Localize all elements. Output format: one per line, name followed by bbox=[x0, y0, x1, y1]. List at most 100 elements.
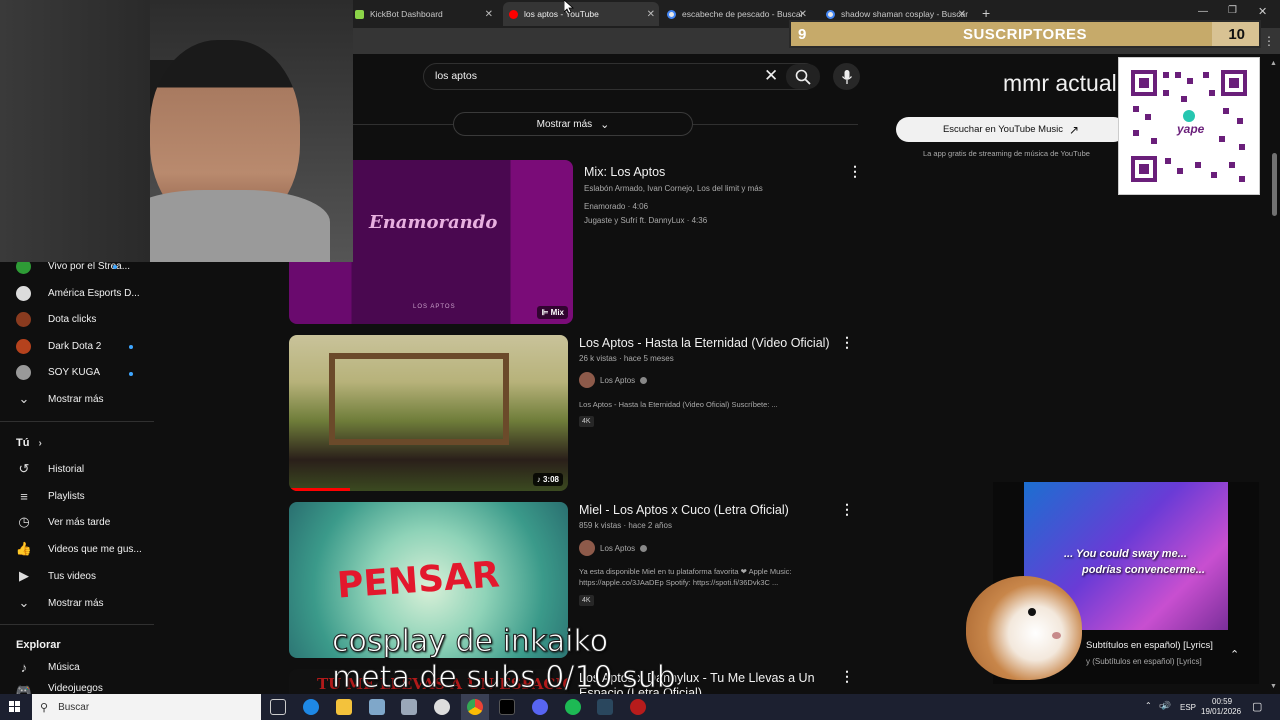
channel-label: América Esports D... bbox=[48, 287, 140, 299]
you-section-header[interactable]: Tú › bbox=[16, 437, 42, 449]
sidebar-channel-soy-kuga[interactable]: SOY KUGA bbox=[16, 361, 100, 383]
overlay-subs-goal-text: meta de subs 0/10 sub bbox=[332, 660, 676, 694]
result-subtitle: Eslabón Armado, Ivan Cornejo, Los del li… bbox=[584, 184, 763, 193]
tray-chevron-icon[interactable]: ⌃ bbox=[1145, 701, 1152, 710]
sidebar-show-more-channels[interactable]: ⌄ Mostrar más bbox=[16, 388, 104, 410]
mix-track-2[interactable]: Jugaste y Sufrí ft. DannyLux · 4:36 bbox=[584, 216, 707, 225]
sidebar-item-liked[interactable]: 👍 Videos que me gus... bbox=[16, 538, 142, 560]
divider bbox=[0, 421, 154, 422]
spotify-icon[interactable] bbox=[565, 699, 581, 715]
sidebar-show-more-you[interactable]: ⌄ Mostrar más bbox=[16, 592, 104, 614]
sidebar-channel-dark-dota[interactable]: Dark Dota 2 bbox=[16, 335, 101, 357]
webcam-overlay bbox=[0, 0, 353, 262]
scroll-down-arrow-icon[interactable]: ▼ bbox=[1270, 683, 1277, 690]
channel-name: Los Aptos bbox=[600, 375, 636, 385]
dota-icon[interactable] bbox=[630, 699, 646, 715]
close-window-icon[interactable]: ✕ bbox=[1258, 5, 1267, 18]
steam-icon[interactable] bbox=[597, 699, 613, 715]
taskbar-active-app[interactable] bbox=[461, 694, 489, 720]
tiktok-icon[interactable] bbox=[499, 699, 515, 715]
sidebar-item-gaming[interactable]: 🎮 Videojuegos bbox=[16, 683, 103, 694]
live-indicator-icon bbox=[129, 372, 133, 376]
mmr-overlay-text: mmr actual bbox=[1003, 70, 1117, 96]
show-more-results-button[interactable]: Mostrar más ⌄ bbox=[453, 112, 693, 136]
sidebar-item-label: Ver más tarde bbox=[48, 516, 111, 528]
minimize-icon[interactable]: — bbox=[1198, 6, 1208, 17]
scrollbar-thumb[interactable] bbox=[1272, 153, 1277, 216]
volume-icon[interactable]: 🔊 bbox=[1161, 701, 1171, 710]
result-title[interactable]: Los Aptos - Hasta la Eternidad (Video Of… bbox=[579, 336, 830, 350]
sidebar-item-label: Playlists bbox=[48, 490, 85, 502]
notifications-icon[interactable]: ▢ bbox=[1252, 700, 1262, 713]
restore-icon[interactable]: ❐ bbox=[1228, 5, 1237, 16]
new-tab-icon[interactable]: + bbox=[982, 5, 990, 21]
verified-icon bbox=[640, 544, 648, 552]
goal-target: 10 bbox=[1228, 26, 1245, 43]
close-tab-icon[interactable]: ✕ bbox=[485, 9, 493, 20]
tab-kickbot[interactable]: KickBot Dashboard ✕ bbox=[355, 4, 497, 24]
scroll-up-arrow-icon[interactable]: ▲ bbox=[1270, 60, 1277, 67]
gamepad-icon: 🎮 bbox=[16, 683, 33, 694]
app-icon[interactable] bbox=[369, 699, 385, 715]
result-title[interactable]: Mix: Los Aptos bbox=[584, 165, 665, 179]
sidebar-item-music[interactable]: ♪ Música bbox=[16, 656, 80, 678]
chevron-down-icon: ⌄ bbox=[600, 118, 610, 131]
clear-search-icon[interactable]: ✕ bbox=[764, 66, 778, 86]
chevron-right-icon: › bbox=[38, 438, 42, 449]
subscriber-goal-bar: 9 SUSCRIPTORES 10 bbox=[789, 20, 1261, 48]
language-indicator[interactable]: ESP bbox=[1180, 703, 1196, 712]
app-icon[interactable] bbox=[401, 699, 417, 715]
sidebar-item-playlists[interactable]: ≡ Playlists bbox=[16, 485, 85, 507]
sidebar-item-history[interactable]: ↺ Historial bbox=[16, 458, 85, 480]
clock-time[interactable]: 00:59 bbox=[1212, 697, 1232, 706]
playlist-icon: ≡ bbox=[20, 488, 28, 504]
result-channel[interactable]: Los Aptos bbox=[579, 540, 648, 556]
youtube-music-button[interactable]: Escuchar en YouTube Music ↗ bbox=[896, 117, 1126, 142]
channel-label: Dark Dota 2 bbox=[48, 340, 102, 352]
result-channel[interactable]: Los Aptos bbox=[579, 372, 648, 388]
more-options-icon[interactable]: ⋮ bbox=[840, 501, 854, 518]
browser-menu-icon[interactable]: ⋮ bbox=[1263, 34, 1275, 48]
chevron-down-icon: ⌄ bbox=[18, 595, 30, 610]
more-options-icon[interactable]: ⋮ bbox=[840, 334, 854, 351]
clock-date[interactable]: 19/01/2026 bbox=[1201, 707, 1241, 716]
sidebar-channel-america[interactable]: América Esports D... bbox=[16, 282, 140, 304]
more-options-icon[interactable]: ⋮ bbox=[840, 668, 854, 685]
channel-avatar bbox=[16, 364, 31, 380]
close-tab-icon[interactable]: ✕ bbox=[799, 9, 807, 20]
thumbnail-text: Enamorando bbox=[369, 212, 498, 233]
sidebar-item-your-videos[interactable]: ▶ Tus videos bbox=[16, 565, 96, 587]
google-icon bbox=[667, 9, 676, 19]
result-meta: 859 k vistas · hace 2 años bbox=[579, 521, 672, 530]
mix-track-1[interactable]: Enamorado · 4:06 bbox=[584, 202, 648, 211]
voice-search-button[interactable] bbox=[833, 63, 860, 90]
result-thumbnail-eternidad[interactable]: ♪ 3:08 bbox=[289, 335, 568, 491]
music-caption: La app gratis de streaming de música de … bbox=[923, 149, 1090, 158]
search-box[interactable]: los aptos ✕ bbox=[423, 63, 818, 90]
goal-label: SUSCRIPTORES bbox=[962, 26, 1088, 43]
webcam-wall bbox=[0, 0, 150, 262]
more-options-icon[interactable]: ⋮ bbox=[848, 163, 862, 180]
task-view-icon[interactable] bbox=[270, 699, 286, 715]
channel-label: SOY KUGA bbox=[48, 366, 101, 378]
expand-chevron-icon[interactable]: ⌃ bbox=[1230, 648, 1239, 661]
search-button[interactable] bbox=[786, 64, 820, 89]
windows-start-icon[interactable] bbox=[9, 701, 21, 713]
file-explorer-icon[interactable] bbox=[336, 699, 352, 715]
sidebar-item-watch-later[interactable]: ◷ Ver más tarde bbox=[16, 511, 110, 533]
discord-icon[interactable] bbox=[532, 699, 548, 715]
taskbar-search-box[interactable]: ⚲ Buscar bbox=[32, 694, 261, 720]
google-icon bbox=[826, 9, 835, 19]
close-tab-icon[interactable]: ✕ bbox=[647, 9, 655, 20]
close-tab-icon[interactable]: ✕ bbox=[958, 9, 966, 20]
tab-youtube[interactable]: los aptos - YouTube ✕ bbox=[503, 2, 659, 26]
edge-icon[interactable] bbox=[303, 699, 319, 715]
guinea-pig-eye bbox=[1028, 608, 1036, 616]
channel-avatar bbox=[16, 338, 31, 354]
result-meta: 26 k vistas · hace 5 meses bbox=[579, 354, 674, 363]
sidebar-channel-dota-clicks[interactable]: Dota clicks bbox=[16, 308, 96, 330]
result-title[interactable]: Miel - Los Aptos x Cuco (Letra Oficial) bbox=[579, 503, 789, 517]
search-input[interactable]: los aptos bbox=[435, 70, 477, 82]
obs-icon[interactable] bbox=[434, 699, 450, 715]
show-more-label: Mostrar más bbox=[48, 597, 104, 609]
